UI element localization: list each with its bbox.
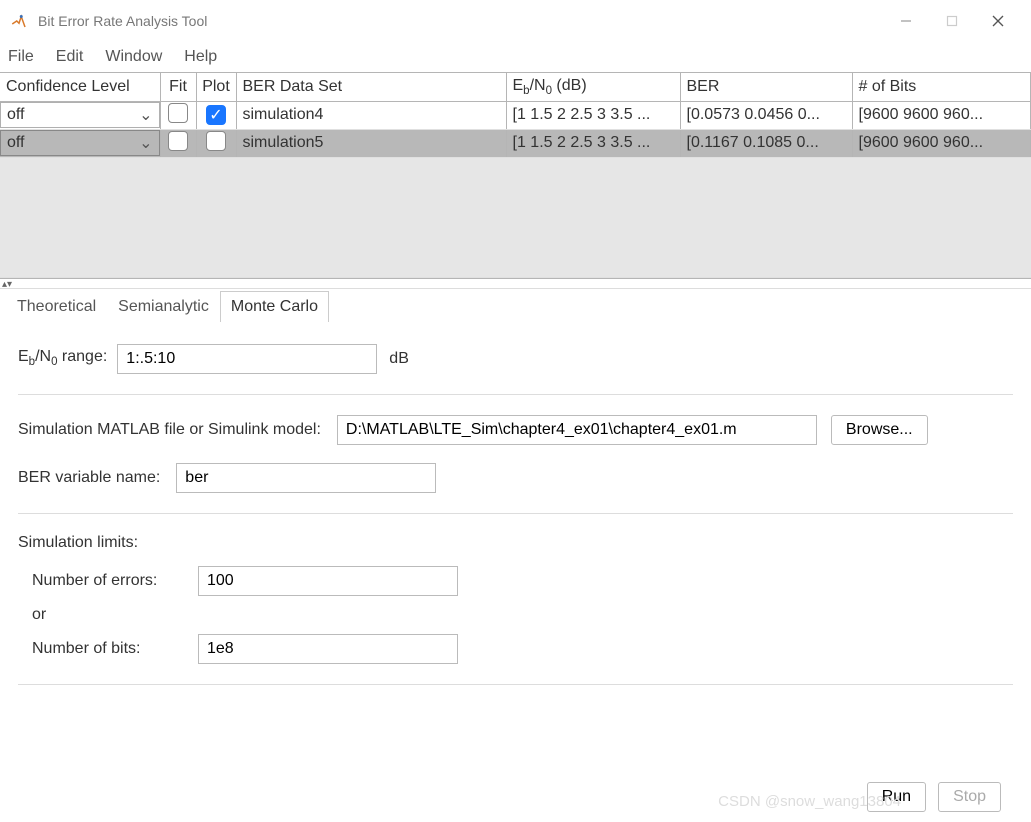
plot-checkbox[interactable]: ✓ — [206, 105, 226, 125]
num-bits-input[interactable] — [198, 634, 458, 664]
divider — [18, 394, 1013, 395]
bervar-label: BER variable name: — [18, 469, 160, 487]
chevron-down-icon: ⌄ — [139, 133, 152, 153]
menu-help[interactable]: Help — [184, 48, 217, 66]
ebno-range-label: Eb/N0 range: — [18, 348, 107, 368]
menu-file[interactable]: File — [8, 48, 34, 66]
grid-row[interactable]: off⌄ ✓ simulation4 [1 1.5 2 2.5 3 3.5 ..… — [0, 101, 1031, 129]
minimize-button[interactable] — [883, 5, 929, 37]
bits-cell: [9600 9600 960... — [852, 129, 1031, 157]
window-title: Bit Error Rate Analysis Tool — [38, 13, 883, 29]
close-button[interactable] — [975, 5, 1021, 37]
divider — [18, 684, 1013, 685]
bervar-input[interactable] — [176, 463, 436, 493]
grid-header-row: Confidence Level Fit Plot BER Data Set E… — [0, 73, 1031, 101]
grid-row[interactable]: off⌄ simulation5 [1 1.5 2 2.5 3 3.5 ... … — [0, 129, 1031, 157]
simulation-limits-label: Simulation limits: — [18, 534, 1013, 552]
action-bar: Run Stop — [867, 782, 1001, 812]
col-plot[interactable]: Plot — [196, 73, 236, 101]
col-bits[interactable]: # of Bits — [852, 73, 1031, 101]
ebno-cell: [1 1.5 2 2.5 3 3.5 ... — [506, 101, 680, 129]
num-errors-label: Number of errors: — [32, 572, 198, 590]
simfile-input[interactable] — [337, 415, 817, 445]
ber-cell: [0.0573 0.0456 0... — [680, 101, 852, 129]
run-button[interactable]: Run — [867, 782, 926, 812]
tab-monte-carlo[interactable]: Monte Carlo — [220, 291, 329, 322]
fit-checkbox[interactable] — [168, 131, 188, 151]
maximize-button[interactable] — [929, 5, 975, 37]
simfile-label: Simulation MATLAB file or Simulink model… — [18, 421, 321, 439]
menu-window[interactable]: Window — [105, 48, 162, 66]
dataset-cell[interactable]: simulation4 — [236, 101, 506, 129]
confidence-select[interactable]: off⌄ — [0, 130, 160, 156]
tab-semianalytic[interactable]: Semianalytic — [107, 291, 220, 322]
data-grid: Confidence Level Fit Plot BER Data Set E… — [0, 72, 1031, 279]
menu-bar: File Edit Window Help — [0, 42, 1031, 72]
col-dataset[interactable]: BER Data Set — [236, 73, 506, 101]
matlab-icon — [10, 12, 28, 30]
confidence-select[interactable]: off⌄ — [0, 102, 160, 128]
or-label: or — [32, 606, 46, 624]
num-errors-input[interactable] — [198, 566, 458, 596]
plot-checkbox[interactable] — [206, 131, 226, 151]
divider — [18, 513, 1013, 514]
col-fit[interactable]: Fit — [160, 73, 196, 101]
ebno-range-input[interactable] — [117, 344, 377, 374]
col-ber[interactable]: BER — [680, 73, 852, 101]
ber-cell: [0.1167 0.1085 0... — [680, 129, 852, 157]
col-confidence[interactable]: Confidence Level — [0, 73, 160, 101]
monte-carlo-panel: Eb/N0 range: dB Simulation MATLAB file o… — [0, 322, 1031, 711]
chevron-down-icon: ⌄ — [139, 105, 152, 125]
fit-checkbox[interactable] — [168, 103, 188, 123]
tab-theoretical[interactable]: Theoretical — [6, 291, 107, 322]
title-bar: Bit Error Rate Analysis Tool — [0, 0, 1031, 42]
tab-bar: Theoretical Semianalytic Monte Carlo — [0, 289, 1031, 322]
col-ebno[interactable]: Eb/N0 (dB) — [506, 73, 680, 101]
num-bits-label: Number of bits: — [32, 640, 198, 658]
stop-button[interactable]: Stop — [938, 782, 1001, 812]
dataset-cell[interactable]: simulation5 — [236, 129, 506, 157]
bits-cell: [9600 9600 960... — [852, 101, 1031, 129]
splitter-handle[interactable]: ▴▾ — [0, 279, 1031, 289]
ebno-unit: dB — [389, 350, 409, 368]
browse-button[interactable]: Browse... — [831, 415, 928, 445]
grid-empty-area — [0, 157, 1031, 277]
ebno-cell: [1 1.5 2 2.5 3 3.5 ... — [506, 129, 680, 157]
menu-edit[interactable]: Edit — [56, 48, 84, 66]
